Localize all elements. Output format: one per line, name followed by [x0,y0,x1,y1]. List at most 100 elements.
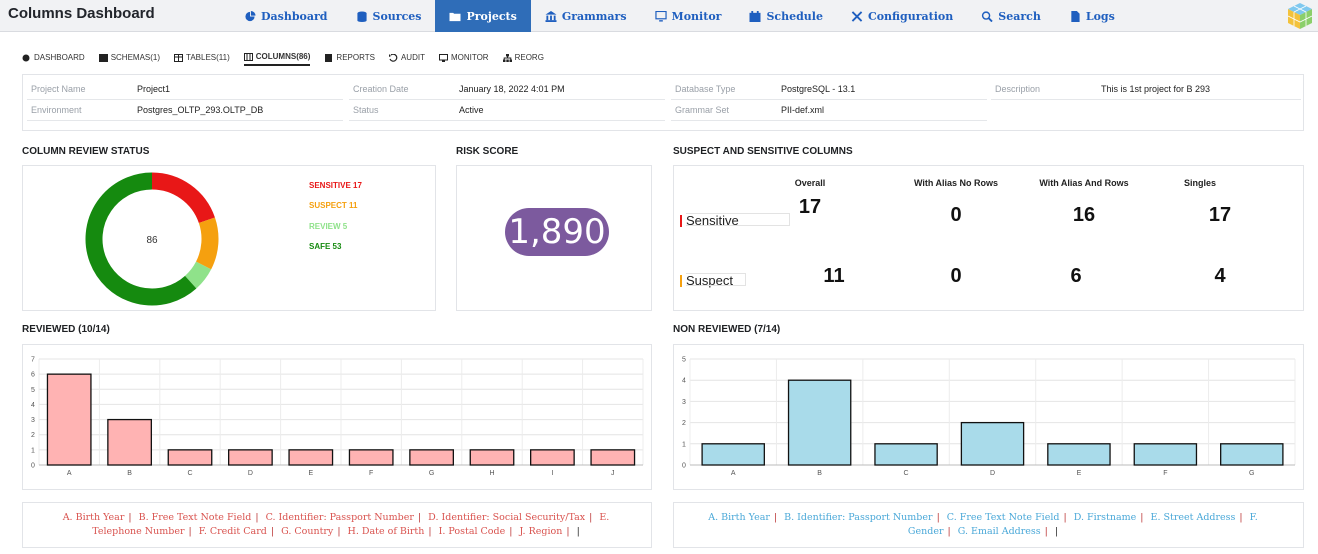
reviewed-category-notes: A. Birth Year | B. Free Text Note Field | … [51,511,621,539]
subtab-dashboard-label: DASHBOARD [34,53,85,62]
reviewed-ytick: 7 [31,357,35,364]
subtab-audit[interactable]: AUDIT [388,52,425,66]
report-icon [325,53,333,62]
non-reviewed-bar-e[interactable] [1047,443,1111,466]
reviewed-xtick: C [187,470,192,477]
label-box [686,213,790,226]
reviewed-xtick: D [248,470,253,477]
legend-safe: SAFE 53 [309,242,342,251]
note-separator: | [1239,512,1243,523]
sub-nav: DASHBOARD SCHEMAS(1) TABLES(11) COLUMNS(… [22,52,544,66]
subtab-monitor[interactable]: MONITOR [438,52,489,66]
donut-slice-suspect [195,217,219,270]
non-reviewed-bar-c[interactable] [874,443,938,466]
divider [27,99,343,100]
legend-sensitive: SENSITIVE 17 [309,181,362,190]
donut-slice-review [184,261,212,289]
note-separator: | [773,512,778,523]
subtab-tables[interactable]: TABLES(11) [174,52,230,66]
reviewed-bar-g[interactable] [409,449,454,466]
reviewed-bar-h[interactable] [469,449,515,466]
note-separator: | [566,526,570,537]
suspect-overall: 11 [823,265,845,287]
nav-monitor-label: Monitor [671,9,722,23]
reviewed-bar-j[interactable] [590,449,636,466]
non-reviewed-title: NON REVIEWED (7/14) [673,324,781,335]
suspect-alias-no-rows: 0 [950,265,962,287]
subtab-columns-label: COLUMNS(86) [255,52,311,61]
non-reviewed-xtick: G [1249,470,1254,477]
reviewed-ytick: 2 [31,432,35,439]
subtab-columns[interactable]: COLUMNS(86) [243,52,311,66]
history-icon [388,53,398,62]
nav-grammars-label: Grammars [561,9,627,23]
sensitive-singles: 17 [1208,204,1232,226]
nav-sources[interactable]: Sources [342,0,436,32]
note-separator: | [128,512,132,523]
reviewed-bar-f[interactable] [348,449,394,466]
reviewed-ytick: 4 [31,402,35,409]
non-reviewed-ytick: 2 [682,420,686,427]
subtab-reorg[interactable]: REORG [502,52,544,66]
nav-logs[interactable]: Logs [1055,0,1129,32]
reviewed-ytick: 5 [31,387,35,394]
category-note: A. Birth Year [708,512,770,523]
header-overall: Overall [794,178,826,188]
non-reviewed-category-notes: A. Birth Year | B. Identifier: Passport N… [698,511,1268,539]
description-value: This is 1st project for B 293 [1101,84,1211,94]
non-reviewed-ytick: 3 [682,399,686,406]
non-reviewed-legend-panel: A. Birth Year | B. Identifier: Passport N… [673,502,1304,548]
nav-projects[interactable]: Projects [435,0,531,32]
header-alias-and-rows: With Alias And Rows [1039,178,1129,188]
table-icon [174,53,184,62]
nav-monitor[interactable]: Monitor [641,0,736,32]
reviewed-bar-a[interactable] [46,373,92,466]
nav-grammars[interactable]: Grammars [531,0,641,32]
reviewed-ytick: 6 [31,372,35,379]
sensitive-overall: 17 [798,196,822,218]
non-reviewed-chart-panel: 0 1 2 3 4 5 A B C D E F G [673,344,1304,490]
non-reviewed-bar-a[interactable] [701,443,765,466]
subtab-reports[interactable]: REPORTS [324,52,375,66]
database-type-value: PostgreSQL - 13.1 [781,84,856,94]
nav-dashboard[interactable]: Dashboard [230,0,342,32]
reviewed-bar-d[interactable] [228,449,273,466]
reviewed-ytick: 1 [31,447,35,454]
category-note: D. Identifier: Social Security/Tax [428,512,586,523]
row-label-sensitive: Sensitive [680,213,790,228]
header-singles: Singles [1183,178,1216,188]
subtab-dashboard[interactable]: DASHBOARD [22,52,85,66]
legend-review: REVIEW 5 [309,222,348,231]
reviewed-bar-i[interactable] [530,449,575,466]
note-separator: | [1140,512,1144,523]
nav-logs-label: Logs [1085,9,1115,23]
category-note: D. Firstname [1073,512,1137,523]
top-navbar: Columns Dashboard Dashboard Sources Proj… [0,0,1318,32]
donut-slice-safe [85,172,197,306]
reviewed-bar-b[interactable] [107,418,152,466]
grammar-set-value: PII-def.xml [781,105,825,115]
note-separator: | [1063,512,1067,523]
subtab-schemas[interactable]: SCHEMAS(1) [98,52,160,66]
non-reviewed-bar-d[interactable] [960,421,1025,466]
non-reviewed-bar-f[interactable] [1133,443,1198,466]
category-note: C. Identifier: Passport Number [265,512,414,523]
main-nav: Dashboard Sources Projects Grammars Moni… [230,0,1129,32]
text-cursor: | [1054,526,1059,537]
category-note: G. Email Address [957,526,1041,537]
monitor-icon [654,10,667,22]
reviewed-bar-c[interactable] [167,449,213,466]
nav-search[interactable]: Search [967,0,1055,32]
status-label: Status [353,105,379,115]
note-separator: | [255,512,259,523]
category-note: B. Identifier: Passport Number [784,512,933,523]
project-name-value: Project1 [137,84,171,94]
nav-schedule[interactable]: Schedule [735,0,837,32]
divider [671,120,987,121]
creation-date-label: Creation Date [353,84,409,94]
nav-configuration[interactable]: Configuration [837,0,967,32]
hierarchy-icon [502,53,512,62]
non-reviewed-bar-g[interactable] [1220,443,1284,466]
non-reviewed-bar-b[interactable] [787,379,852,466]
reviewed-bar-e[interactable] [288,449,334,466]
